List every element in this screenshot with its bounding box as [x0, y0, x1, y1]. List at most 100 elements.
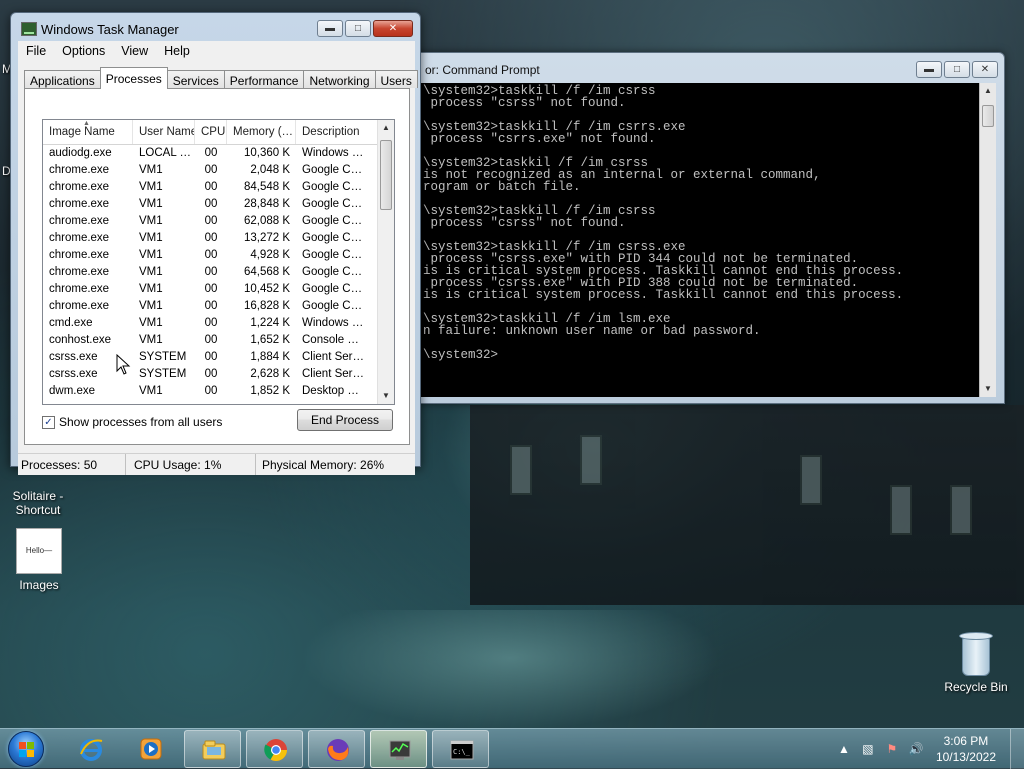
table-row[interactable]: chrome.exe VM1 00 13,272 K Google C… [43, 230, 394, 247]
process-image-name: conhost.exe [49, 334, 112, 346]
maximize-button[interactable]: □ [345, 20, 371, 37]
maximize-button[interactable]: □ [944, 61, 970, 78]
tab-applications[interactable]: Applications [24, 70, 101, 88]
taskbar-firefox[interactable] [308, 730, 365, 768]
show-desktop-button[interactable] [1010, 729, 1024, 769]
process-description: Google C… [302, 249, 363, 261]
process-description: Client Ser… [302, 368, 364, 380]
console-output[interactable]: \system32>taskkill /f /im csrss process … [419, 83, 985, 397]
table-row[interactable]: conhost.exe VM1 00 1,652 K Console … [43, 332, 394, 349]
firefox-icon [327, 739, 349, 761]
taskbar-command-prompt[interactable]: C:\_ [432, 730, 489, 768]
status-cpu: CPU Usage: 1% [126, 454, 256, 475]
console-line: rogram or batch file. [423, 180, 581, 194]
tab-users[interactable]: Users [374, 70, 418, 88]
image-thumbnail-icon: Hello— [16, 528, 62, 574]
volume-icon[interactable]: 🔊 [907, 740, 925, 758]
tab-networking[interactable]: Networking [303, 70, 376, 88]
column-header-description[interactable]: Description [296, 120, 378, 144]
scroll-down-icon[interactable]: ▼ [378, 388, 394, 404]
close-button[interactable]: ✕ [373, 20, 413, 37]
process-list[interactable]: ▲ Image Name User Name CPU Memory (… Des… [42, 119, 395, 405]
close-button[interactable]: ✕ [972, 61, 998, 78]
desktop-icon-solitaire[interactable]: Solitaire - Shortcut [4, 475, 72, 517]
taskbar: C:\_ ▲ ▧ ⚑ 🔊 3:06 PM 10/13/2022 [0, 728, 1024, 769]
scroll-down-icon[interactable]: ▼ [980, 381, 996, 397]
scroll-up-icon[interactable]: ▲ [980, 83, 996, 99]
menu-options[interactable]: Options [54, 44, 113, 58]
taskbar-internet-explorer[interactable] [62, 730, 119, 768]
table-row[interactable]: csrss.exe SYSTEM 00 2,628 K Client Ser… [43, 366, 394, 383]
clock-time: 3:06 PM [943, 734, 989, 748]
action-center-flag-icon[interactable]: ⚑ [883, 740, 901, 758]
menu-help[interactable]: Help [156, 44, 198, 58]
table-row[interactable]: chrome.exe VM1 00 2,048 K Google C… [43, 162, 394, 179]
table-row[interactable]: chrome.exe VM1 00 28,848 K Google C… [43, 196, 394, 213]
console-line: is is critical system process. Taskkill … [423, 288, 904, 302]
taskbar-windows-explorer[interactable] [184, 730, 241, 768]
process-memory: 10,360 K [243, 147, 290, 159]
show-all-processes-checkbox[interactable]: ✓ [42, 415, 55, 429]
vertical-scrollbar[interactable]: ▲ ▼ [377, 120, 394, 404]
menu-view[interactable]: View [113, 44, 156, 58]
process-user-name: VM1 [139, 164, 163, 176]
clock-date: 10/13/2022 [935, 750, 996, 764]
process-user-name: VM1 [139, 181, 163, 193]
table-row[interactable]: chrome.exe VM1 00 84,548 K Google C… [43, 179, 394, 196]
tab-performance[interactable]: Performance [223, 70, 305, 88]
column-header-memory[interactable]: Memory (… [227, 120, 296, 144]
table-row[interactable]: chrome.exe VM1 00 4,928 K Google C… [43, 247, 394, 264]
process-cpu: 00 [204, 317, 218, 329]
process-image-name: chrome.exe [49, 181, 110, 193]
task-manager-window[interactable]: Windows Task Manager ▬ □ ✕ File Options … [10, 12, 421, 475]
table-row[interactable]: csrss.exe SYSTEM 00 1,884 K Client Ser… [43, 349, 394, 366]
desktop-icon-recycle-bin[interactable]: Recycle Bin [940, 632, 1012, 694]
tab-processes[interactable]: Processes [99, 67, 168, 89]
end-process-button[interactable]: End Process [297, 409, 393, 431]
process-image-name: chrome.exe [49, 215, 110, 227]
column-header-cpu[interactable]: CPU [195, 120, 227, 144]
column-header-user-name[interactable]: User Name [133, 120, 195, 144]
table-row[interactable]: chrome.exe VM1 00 64,568 K Google C… [43, 264, 394, 281]
explorer-icon [202, 740, 226, 760]
table-row[interactable]: dwm.exe VM1 00 1,852 K Desktop … [43, 383, 394, 400]
desktop-icon-images[interactable]: Hello— Images [8, 528, 70, 592]
scroll-thumb[interactable] [982, 105, 994, 127]
process-memory: 1,224 K [250, 317, 290, 329]
process-memory: 64,568 K [243, 266, 290, 278]
process-description: Desktop … [302, 385, 359, 397]
scroll-thumb[interactable] [380, 140, 392, 210]
column-header-image-name[interactable]: ▲ Image Name [43, 120, 133, 144]
process-cpu: 00 [204, 385, 218, 397]
minimize-button[interactable]: ▬ [317, 20, 343, 37]
vertical-scrollbar[interactable]: ▲ ▼ [979, 83, 996, 397]
table-row[interactable]: audiodg.exe LOCAL … 00 10,360 K Windows … [43, 145, 394, 162]
console-line: \system32> [423, 348, 499, 362]
minimize-button[interactable]: ▬ [916, 61, 942, 78]
taskbar-media-player[interactable] [122, 730, 179, 768]
process-memory: 4,928 K [250, 249, 290, 261]
list-header: ▲ Image Name User Name CPU Memory (… Des… [43, 120, 394, 145]
system-clock[interactable]: 3:06 PM 10/13/2022 [936, 733, 996, 765]
desktop-wallpaper-building [470, 405, 1024, 605]
tab-services[interactable]: Services [166, 70, 225, 88]
table-row[interactable]: chrome.exe VM1 00 62,088 K Google C… [43, 213, 394, 230]
table-row[interactable]: chrome.exe VM1 00 16,828 K Google C… [43, 298, 394, 315]
command-prompt-window[interactable]: or: Command Prompt ▬ □ ✕ \system32>taskk… [410, 52, 1005, 404]
process-user-name: VM1 [139, 334, 163, 346]
taskbar-task-manager[interactable] [370, 730, 427, 768]
show-hidden-icons-icon[interactable]: ▲ [835, 740, 853, 758]
process-memory: 13,272 K [243, 232, 290, 244]
show-all-processes-checkbox-row[interactable]: ✓ Show processes from all users [42, 415, 222, 429]
scroll-up-icon[interactable]: ▲ [378, 120, 394, 136]
process-cpu: 00 [204, 181, 218, 193]
menu-file[interactable]: File [18, 44, 54, 58]
table-row[interactable]: chrome.exe VM1 00 10,452 K Google C… [43, 281, 394, 298]
process-description: Console … [302, 334, 359, 346]
network-icon[interactable]: ▧ [859, 740, 877, 758]
process-cpu: 00 [204, 334, 218, 346]
table-row[interactable]: cmd.exe VM1 00 1,224 K Windows … [43, 315, 394, 332]
media-player-icon [140, 738, 162, 760]
taskbar-chrome[interactable] [246, 730, 303, 768]
start-button[interactable] [8, 731, 44, 767]
